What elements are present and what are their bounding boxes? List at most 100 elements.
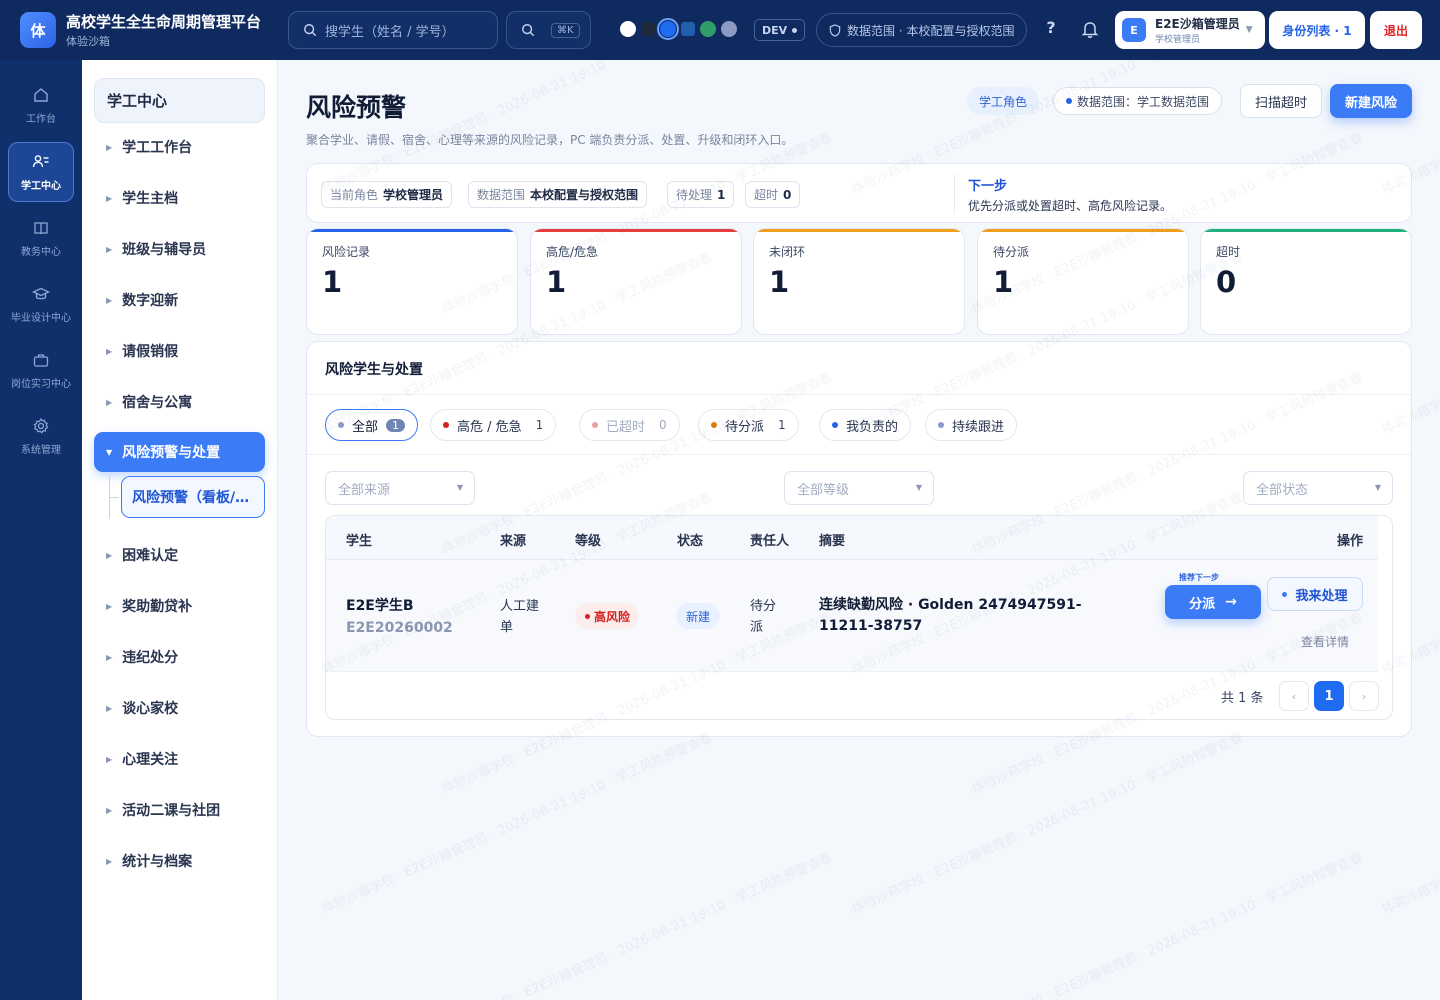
subnav-item-label: 学生主档 (122, 191, 179, 207)
tab-follow-up[interactable]: 持续跟进 (925, 409, 1018, 441)
stat-accent-bar (531, 229, 741, 232)
stat-value: 1 (546, 265, 567, 299)
source-filter-select[interactable]: 全部来源 ▼ (325, 471, 475, 505)
level-dot-icon (585, 613, 590, 619)
logout-button[interactable]: 退出 (1370, 11, 1422, 49)
subnav-item-risk-warning[interactable]: ▼ 风险预警与处置 (94, 432, 265, 472)
student-name[interactable]: E2E学生B (346, 595, 414, 615)
tab-overdue[interactable]: 已超时 0 (579, 409, 680, 441)
subnav-item-label: 违纪处分 (122, 650, 179, 666)
rail-item-graduation[interactable]: 毕业设计中心 (8, 274, 74, 334)
next-page-button[interactable]: › (1349, 681, 1379, 711)
level-filter-select[interactable]: 全部等级 ▼ (784, 471, 934, 505)
stat-card-total[interactable]: 风险记录 1 (306, 228, 518, 335)
scan-timeout-button[interactable]: 扫描超时 (1240, 84, 1322, 118)
chip-value: 本校配置与授权范围 (530, 188, 639, 202)
risk-source: 人工建单 (500, 599, 540, 635)
prev-page-button[interactable]: ‹ (1279, 681, 1309, 711)
chevron-right-icon: ▶ (106, 142, 113, 152)
app-title: 高校学生全生命周期管理平台 (66, 13, 262, 31)
tab-dot-icon (338, 422, 344, 428)
subnav-item-label: 奖助勤贷补 (122, 599, 193, 615)
subnav-item-statistics[interactable]: ▶ 统计与档案 (94, 841, 265, 881)
subnav-item-leave[interactable]: ▶ 请假销假 (94, 331, 265, 371)
handle-myself-label: 我来处理 (1295, 588, 1348, 604)
handle-myself-button[interactable]: 我来处理 (1267, 577, 1363, 611)
subnav-item-aid[interactable]: ▶ 奖助勤贷补 (94, 586, 265, 626)
chevron-right-icon: ▶ (106, 754, 113, 764)
chevron-right-icon: ▶ (106, 244, 113, 254)
search-icon (303, 23, 317, 37)
watermark-text: 体验沙箱学校 · E2E沙箱管理员 · 2026-08-21 19:10 · 学… (439, 850, 835, 1000)
stat-card-open[interactable]: 未闭环 1 (753, 228, 965, 335)
data-scope-pill[interactable]: 数据范围 · 本校配置与授权范围 (816, 13, 1028, 47)
theme-swatch-white[interactable] (620, 21, 636, 37)
subnav-child-risk-board[interactable]: 风险预警（看板/… (121, 476, 265, 518)
notification-bell-icon[interactable] (1080, 19, 1100, 39)
stat-label: 高危/危急 (546, 245, 599, 259)
subnav-item-dorm[interactable]: ▶ 宿舍与公寓 (94, 382, 265, 422)
rail-item-label: 岗位实习中心 (11, 378, 71, 390)
stat-card-timeout[interactable]: 超时 0 (1200, 228, 1412, 335)
brand[interactable]: 体 高校学生全生命周期管理平台 体验沙箱 (0, 11, 278, 49)
theme-swatch-blue[interactable] (657, 18, 679, 40)
status-filter-select[interactable]: 全部状态 ▼ (1243, 471, 1393, 505)
rail-item-workbench[interactable]: 工作台 (8, 75, 74, 135)
chevron-right-icon: ▶ (106, 550, 113, 560)
help-button[interactable]: ? (1040, 18, 1062, 40)
subnav-item-psychology[interactable]: ▶ 心理关注 (94, 739, 265, 779)
user-menu[interactable]: E E2E沙箱管理员 学校管理员 ▼ (1115, 11, 1265, 49)
theme-swatch-navy[interactable] (681, 22, 695, 36)
subnav-item-hardship[interactable]: ▶ 困难认定 (94, 535, 265, 575)
theme-swatch-gray[interactable] (721, 21, 737, 37)
watermark-text: 体验沙箱学校 · E2E沙箱管理员 · 2026-08-21 19:10 · 学… (969, 850, 1365, 1000)
view-detail-link[interactable]: 查看详情 (1301, 633, 1349, 650)
theme-swatches (620, 18, 742, 40)
table-row[interactable]: E2E学生B E2E20260002 人工建单 高风险 新建 待分派 连续缺勤风… (326, 560, 1378, 672)
subnav-item-label: 宿舍与公寓 (122, 395, 193, 411)
subnav-item-talks[interactable]: ▶ 谈心家校 (94, 688, 265, 728)
rail-item-system[interactable]: 系统管理 (8, 406, 74, 466)
column-header: 学生 (346, 534, 373, 549)
subnav-item-classes[interactable]: ▶ 班级与辅导员 (94, 229, 265, 269)
assign-button[interactable]: 分派 → (1165, 585, 1261, 619)
rail-item-student-affairs[interactable]: 学工中心 (8, 142, 74, 202)
tab-all[interactable]: 全部 1 (325, 409, 419, 441)
global-search-input[interactable]: 搜学生（姓名 / 学号） (288, 11, 498, 49)
subnav-item-welcome[interactable]: ▶ 数字迎新 (94, 280, 265, 320)
subnav-item-activities[interactable]: ▶ 活动二课与社团 (94, 790, 265, 830)
stat-value: 1 (993, 265, 1014, 299)
new-risk-button[interactable]: 新建风险 (1330, 84, 1412, 118)
identity-list-button[interactable]: 身份列表 · 1 (1269, 11, 1365, 49)
rail-item-label: 毕业设计中心 (11, 312, 71, 324)
subnav-item-workbench[interactable]: ▶ 学工工作台 (94, 127, 265, 167)
top-bar: 体 高校学生全生命周期管理平台 体验沙箱 搜学生（姓名 / 学号） ⌘K DEV… (0, 0, 1440, 60)
rail-item-academic[interactable]: 教务中心 (8, 208, 74, 268)
user-role: 学校管理员 (1155, 35, 1201, 45)
chip-label: 超时 (754, 188, 779, 202)
page-description: 聚合学业、请假、宿舍、心理等来源的风险记录，PC 端负责分派、处置、升级和闭环入… (306, 133, 794, 147)
risk-panel: 风险学生与处置 全部 1 高危 / 危急 1 已超时 0 待分派 1 我负责的 持续跟进… (306, 341, 1412, 737)
sub-navigation: 学工中心 ▶ 学工工作台 ▶ 学生主档 ▶ 班级与辅导员 ▶ 数字迎新 ▶ 请假销假 ▶ 宿… (82, 60, 278, 1000)
page-number-button[interactable]: 1 (1314, 681, 1344, 711)
rail-item-internship[interactable]: 岗位实习中心 (8, 340, 74, 400)
theme-swatch-green[interactable] (700, 21, 716, 37)
stat-card-high-risk[interactable]: 高危/危急 1 (530, 228, 742, 335)
theme-swatch-dark[interactable] (641, 22, 655, 36)
command-palette-button[interactable]: ⌘K (506, 11, 591, 49)
stat-accent-bar (978, 229, 1188, 232)
tab-count: 1 (778, 418, 786, 432)
scope-tag: 数据范围：学工数据范围 (1053, 87, 1223, 115)
next-step-title: 下一步 (968, 179, 1008, 194)
context-card: 当前角色 学校管理员 数据范围 本校配置与授权范围 待处理 1 超时 0 下一步 优先分… (306, 163, 1412, 223)
chip-label: 数据范围 (477, 188, 526, 202)
subnav-item-discipline[interactable]: ▶ 违纪处分 (94, 637, 265, 677)
tab-mine[interactable]: 我负责的 (819, 409, 912, 441)
subnav-item-student-records[interactable]: ▶ 学生主档 (94, 178, 265, 218)
column-header: 来源 (500, 534, 527, 549)
stat-card-unassigned[interactable]: 待分派 1 (977, 228, 1189, 335)
tab-label: 持续跟进 (952, 419, 1005, 435)
tab-unassigned[interactable]: 待分派 1 (698, 409, 799, 441)
chevron-down-icon: ▼ (915, 483, 922, 492)
tab-high-risk[interactable]: 高危 / 危急 1 (430, 409, 557, 441)
